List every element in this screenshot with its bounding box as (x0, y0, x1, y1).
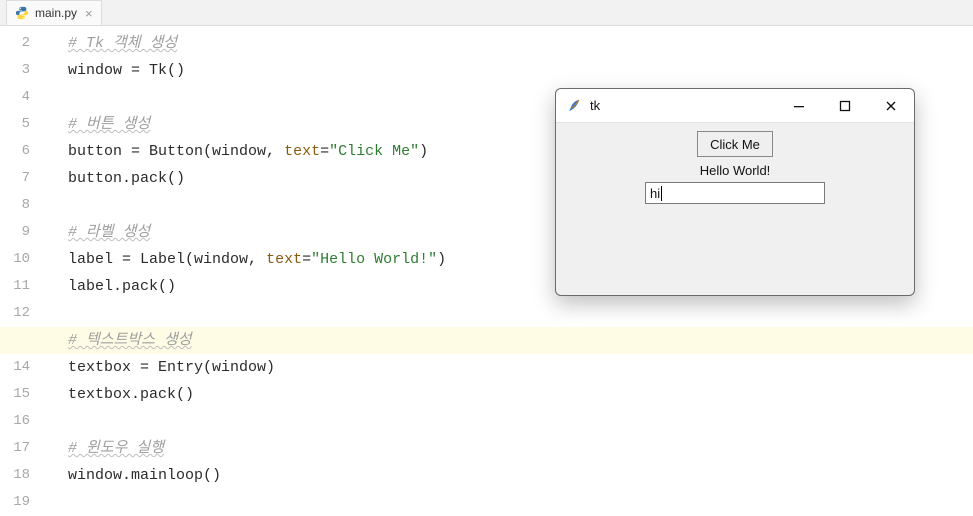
window-titlebar[interactable]: tk (556, 89, 914, 123)
line-number: 12 (0, 300, 40, 327)
hello-world-label: Hello World! (700, 163, 771, 178)
line-number: 19 (0, 489, 40, 516)
close-button[interactable] (868, 89, 914, 123)
code-line[interactable]: window.mainloop() (68, 462, 973, 489)
line-number: 15 (0, 381, 40, 408)
code-line[interactable] (68, 408, 973, 435)
line-number: 8 (0, 192, 40, 219)
python-file-icon (15, 6, 29, 20)
code-line[interactable]: textbox.pack() (68, 381, 973, 408)
window-title: tk (590, 98, 600, 113)
line-number: 17 (0, 435, 40, 462)
code-line[interactable]: window = Tk() (68, 57, 973, 84)
maximize-button[interactable] (822, 89, 868, 123)
code-line[interactable] (68, 300, 973, 327)
line-number: 16 (0, 408, 40, 435)
line-number: 18 (0, 462, 40, 489)
line-number: 2 (0, 30, 40, 57)
textbox-entry[interactable]: hi (645, 182, 825, 204)
line-number: 10 (0, 246, 40, 273)
textbox-entry-value: hi (650, 186, 660, 201)
tkinter-window: tk Click Me Hello World! hi (555, 88, 915, 296)
text-caret (661, 186, 662, 201)
line-number: 3 (0, 57, 40, 84)
tab-filename: main.py (35, 6, 77, 20)
tk-client-area: Click Me Hello World! hi (556, 123, 914, 204)
code-line[interactable] (68, 489, 973, 516)
click-me-button[interactable]: Click Me (697, 131, 773, 157)
code-line[interactable]: # 윈도우 실행 (68, 435, 973, 462)
tk-feather-icon (566, 98, 582, 114)
click-me-button-label: Click Me (710, 137, 760, 152)
code-line[interactable]: # Tk 객체 생성 (68, 30, 973, 57)
tab-close-icon[interactable]: × (85, 6, 93, 21)
line-number: 4 (0, 84, 40, 111)
code-line[interactable]: textbox = Entry(window) (68, 354, 973, 381)
minimize-button[interactable] (776, 89, 822, 123)
tab-bar: main.py × (0, 0, 973, 26)
line-number: 6 (0, 138, 40, 165)
line-number: 9 (0, 219, 40, 246)
line-number: 7 (0, 165, 40, 192)
tab-main-py[interactable]: main.py × (6, 0, 102, 25)
code-line[interactable]: # 텍스트박스 생성 (0, 327, 973, 354)
line-number: 14 (0, 354, 40, 381)
line-number-gutter: 2345678910111213141516171819 (0, 26, 40, 514)
line-number: 11 (0, 273, 40, 300)
line-number: 5 (0, 111, 40, 138)
